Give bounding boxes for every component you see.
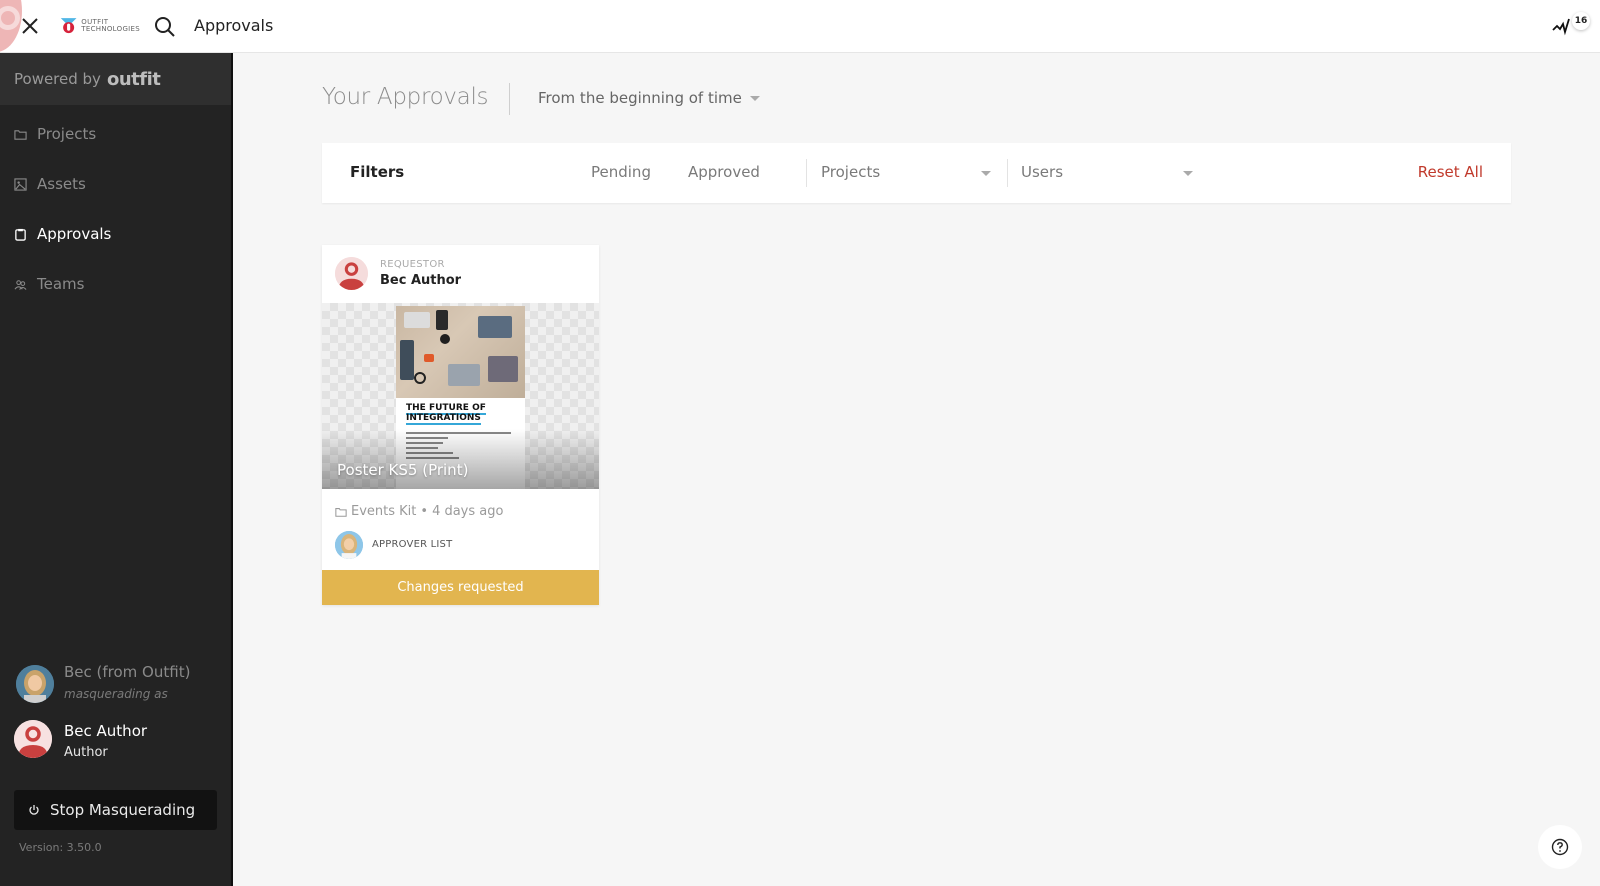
filter-approved[interactable]: Approved <box>688 163 760 181</box>
users-filter-label: Users <box>1021 163 1064 181</box>
person-photo-icon <box>335 531 363 559</box>
sidebar-item-label: Teams <box>37 275 85 293</box>
sidebar-item-projects[interactable]: Projects <box>14 125 96 143</box>
users-icon <box>14 279 27 290</box>
logo-mark-icon <box>60 18 77 34</box>
image-icon <box>14 177 27 191</box>
stop-masquerading-button[interactable]: Stop Masquerading <box>14 790 217 830</box>
project-name[interactable]: Events Kit <box>351 504 416 519</box>
activity-count-badge: 16 <box>1572 12 1590 30</box>
asset-thumbnail[interactable]: THE FUTURE OF INTEGRATIONS Poster KS5 (P… <box>322 303 599 489</box>
requestor-avatar <box>335 257 368 290</box>
sidebar-item-label: Projects <box>37 125 97 143</box>
heading-divider <box>509 83 510 115</box>
sidebar-item-approvals[interactable]: Approvals <box>14 225 111 243</box>
original-user-name: Bec (from Outfit) <box>64 663 191 681</box>
current-user-role: Author <box>64 745 108 760</box>
person-photo-icon <box>16 665 54 703</box>
folder-icon <box>335 507 347 517</box>
filter-pending[interactable]: Pending <box>591 163 651 181</box>
outfit-brand-logo: outfit <box>106 68 161 90</box>
activity-button[interactable] <box>1552 16 1574 36</box>
help-icon <box>1551 838 1569 856</box>
sidebar-item-assets[interactable]: Assets <box>14 175 86 193</box>
stop-masquerading-label: Stop Masquerading <box>50 801 196 819</box>
sidebar-item-teams[interactable]: Teams <box>14 275 84 293</box>
filters-bar: Filters Pending Approved Projects Users … <box>322 143 1511 203</box>
user-placeholder-icon <box>14 720 52 758</box>
search-button[interactable] <box>153 15 177 39</box>
power-icon <box>29 805 39 815</box>
filters-label: Filters <box>350 163 405 181</box>
original-user-avatar <box>16 665 54 703</box>
app-version: Version: 3.50.0 <box>19 841 102 854</box>
close-icon <box>22 18 38 34</box>
chevron-down-icon <box>749 95 760 101</box>
chevron-down-icon <box>1183 171 1193 176</box>
asset-title: Poster KS5 (Print) <box>337 461 469 479</box>
sidebar-item-label: Approvals <box>37 225 112 243</box>
top-bar: OUTFIT TECHNOLOGIES Approvals 16 <box>0 0 1600 53</box>
sidebar-item-label: Assets <box>37 175 86 193</box>
thumbnail-gradient <box>322 429 599 489</box>
approvals-heading: Your Approvals <box>322 84 489 110</box>
projects-filter-dropdown[interactable]: Projects <box>821 163 991 181</box>
approver-avatar[interactable] <box>335 531 363 559</box>
clipboard-icon <box>15 228 26 241</box>
powered-by-label: Powered by <box>14 70 101 88</box>
requestor-label: REQUESTOR <box>380 259 445 270</box>
chevron-down-icon <box>981 171 991 176</box>
sidebar: Powered by outfit Projects Assets Approv… <box>0 53 233 886</box>
time-range-dropdown[interactable]: From the beginning of time <box>538 89 760 107</box>
powered-by-banner: Powered by outfit <box>0 53 231 105</box>
page-title: Approvals <box>194 16 274 35</box>
asset-age: 4 days ago <box>432 504 504 519</box>
approver-list-label: APPROVER LIST <box>372 539 453 550</box>
current-user-name: Bec Author <box>64 722 148 740</box>
masquerading-label: masquerading as <box>64 687 168 701</box>
asset-meta: Events Kit • 4 days ago <box>335 504 503 519</box>
current-user-avatar <box>14 720 52 758</box>
folder-icon <box>14 129 27 140</box>
user-placeholder-icon <box>335 257 368 290</box>
close-button[interactable] <box>18 14 42 38</box>
time-range-value: From the beginning of time <box>538 89 742 107</box>
users-filter-dropdown[interactable]: Users <box>1021 163 1193 181</box>
poster-title: THE FUTURE OF INTEGRATIONS <box>406 403 486 425</box>
reset-all-button[interactable]: Reset All <box>1418 163 1483 181</box>
meta-separator: • <box>420 504 429 519</box>
outfit-technologies-logo[interactable]: OUTFIT TECHNOLOGIES <box>60 11 140 41</box>
filter-divider <box>1007 159 1008 187</box>
projects-filter-label: Projects <box>821 163 881 181</box>
approval-card[interactable]: REQUESTOR Bec Author THE FUTURE OF INTEG… <box>322 245 599 605</box>
requestor-name: Bec Author <box>380 273 462 288</box>
search-icon <box>155 17 175 37</box>
help-button[interactable] <box>1538 825 1582 869</box>
logo-text: OUTFIT TECHNOLOGIES <box>81 18 140 33</box>
filter-divider <box>806 159 807 187</box>
activity-pulse-icon <box>1552 18 1570 36</box>
approval-status-badge: Changes requested <box>322 570 599 605</box>
poster-photo <box>396 306 525 398</box>
